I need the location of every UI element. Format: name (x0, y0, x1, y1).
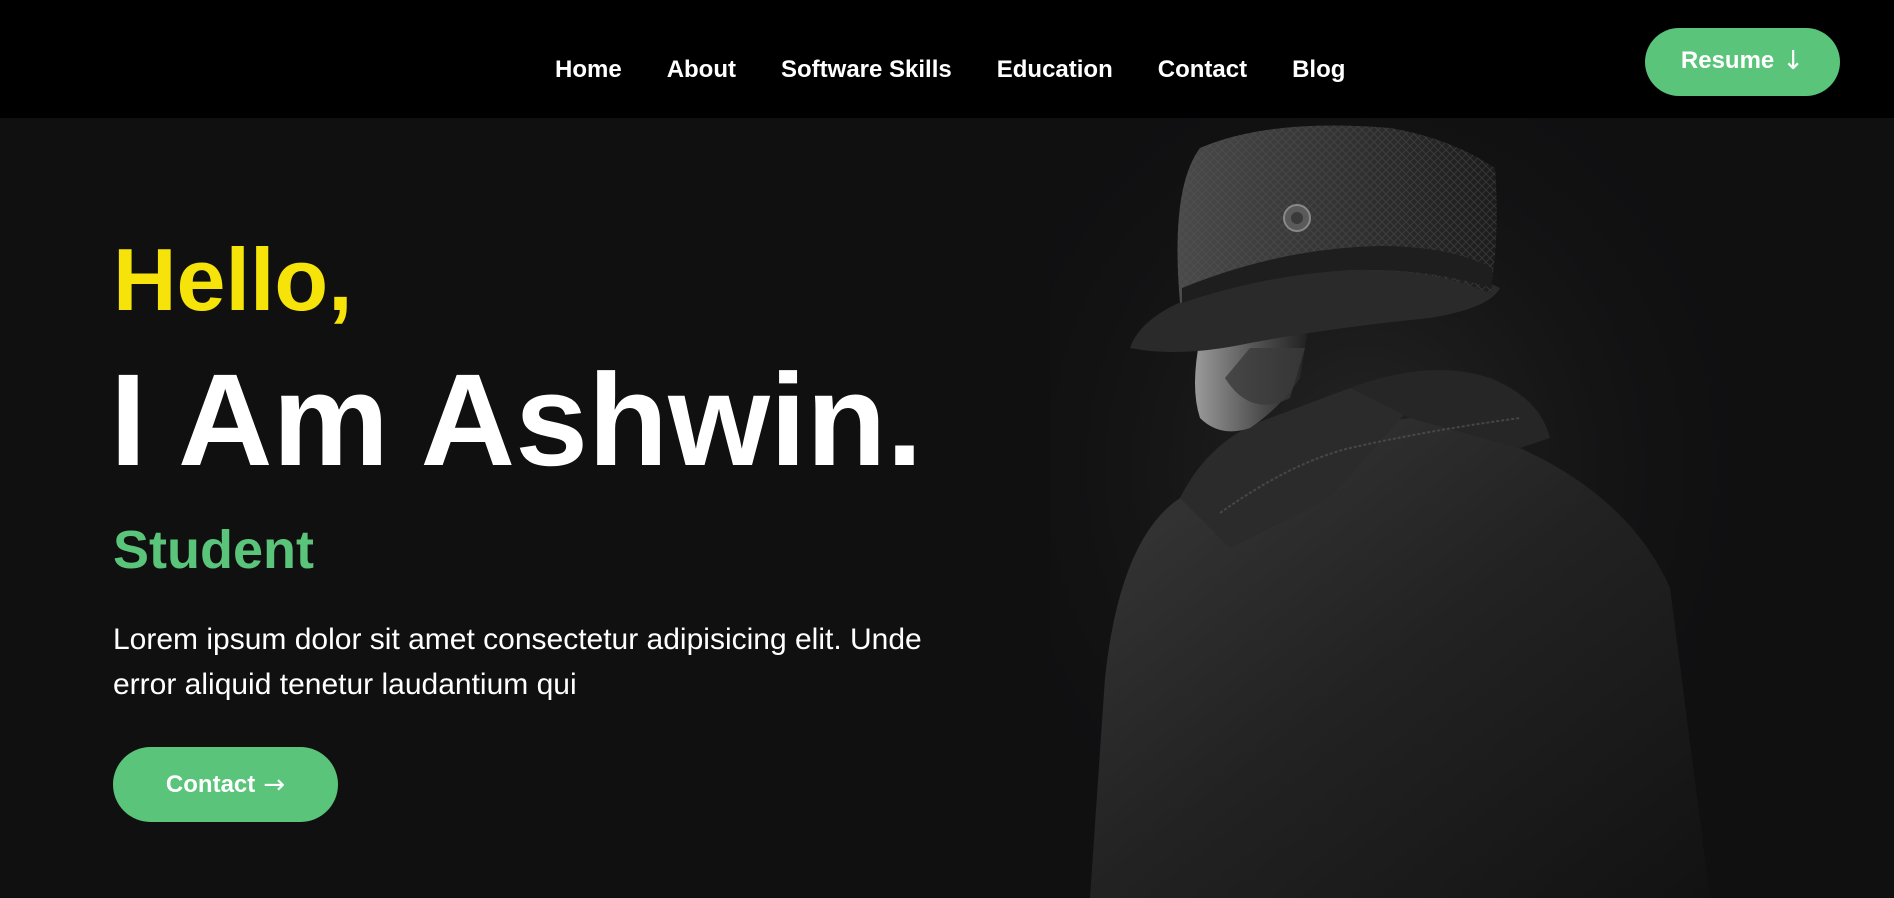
nav-links: Home About Software Skills Education Con… (555, 56, 1345, 84)
portrait-image (1050, 118, 1750, 898)
nav-link-education[interactable]: Education (997, 56, 1113, 84)
nav-link-software-skills[interactable]: Software Skills (781, 56, 952, 84)
arrow-right-icon: → (263, 769, 286, 800)
role-heading: Student (113, 520, 314, 580)
name-heading: I Am Ashwin. (110, 346, 923, 493)
navbar: Home About Software Skills Education Con… (0, 0, 1894, 118)
arrow-down-icon: ↓ (1782, 45, 1805, 76)
greeting-heading: Hello, (113, 230, 353, 329)
contact-button[interactable]: Contact → (113, 747, 338, 822)
nav-link-about[interactable]: About (667, 56, 736, 84)
hero-description: Lorem ipsum dolor sit amet consectetur a… (113, 623, 922, 701)
nav-link-home[interactable]: Home (555, 56, 622, 84)
page: Home About Software Skills Education Con… (0, 0, 1894, 898)
nav-link-contact[interactable]: Contact (1158, 56, 1247, 84)
nav-link-blog[interactable]: Blog (1292, 56, 1345, 84)
resume-button[interactable]: Resume ↓ (1645, 28, 1840, 96)
resume-button-label: Resume (1680, 46, 1775, 74)
contact-button-label: Contact (165, 770, 256, 798)
